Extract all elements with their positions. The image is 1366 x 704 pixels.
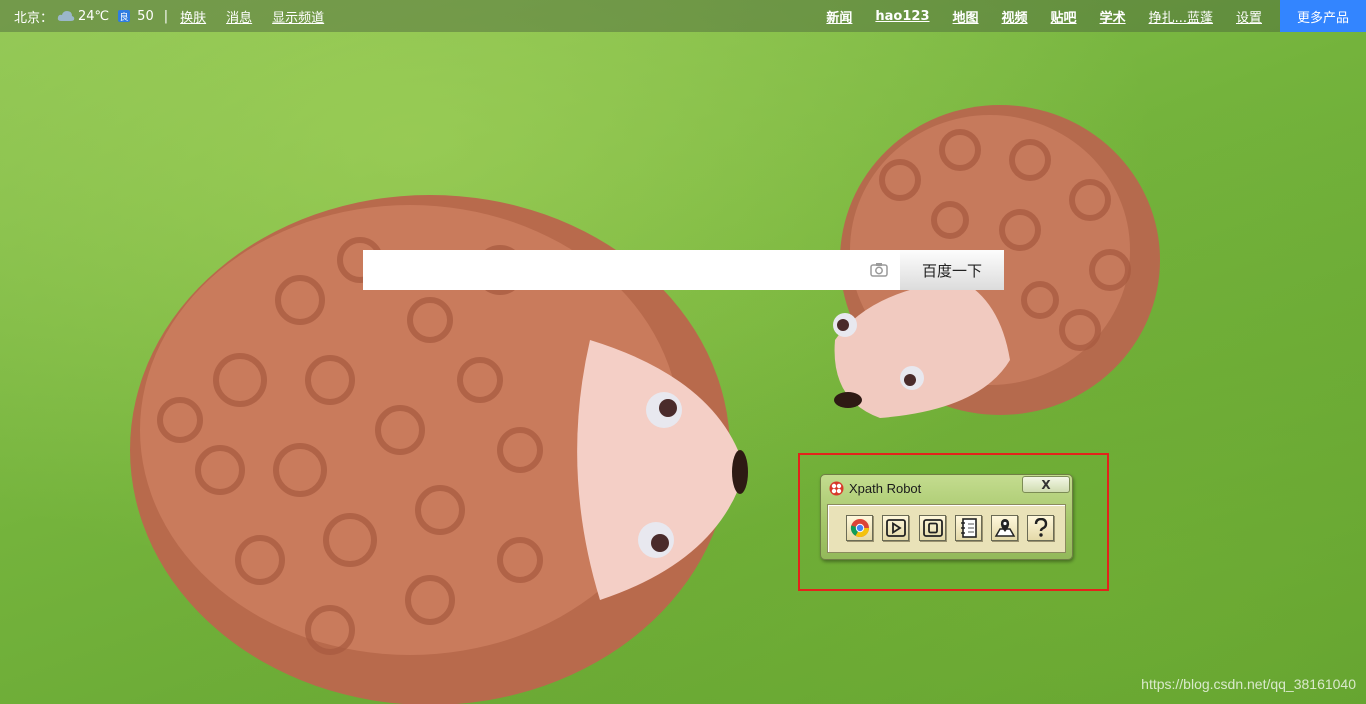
hao123-link[interactable]: hao123	[875, 9, 929, 24]
messages-link[interactable]: 消息	[226, 7, 252, 26]
skin-link[interactable]: 换肤	[180, 7, 206, 26]
search-button[interactable]: 百度一下	[900, 250, 1004, 290]
notebook-icon	[960, 518, 977, 538]
cloud-icon	[57, 11, 75, 21]
temperature: 24℃	[78, 8, 110, 24]
svg-text:良: 良	[120, 11, 129, 23]
settings-link[interactable]: 设置	[1236, 7, 1262, 26]
product-links: 新闻 hao123 地图 视频 贴吧 学术 挣扎...蓝蓬 设置	[803, 0, 1262, 32]
news-link[interactable]: 新闻	[826, 7, 852, 26]
chrome-icon	[850, 519, 869, 538]
user-name-link[interactable]: 挣扎...蓝蓬	[1149, 7, 1213, 26]
locate-button[interactable]	[991, 515, 1018, 541]
show-channels-link[interactable]: 显示频道	[272, 7, 324, 26]
search-input[interactable]	[363, 250, 900, 290]
map-pin-icon	[994, 519, 1015, 537]
more-products-button[interactable]: 更多产品	[1280, 0, 1366, 32]
map-link[interactable]: 地图	[953, 7, 979, 26]
tieba-link[interactable]: 贴吧	[1051, 7, 1077, 26]
stop-button[interactable]	[919, 515, 946, 541]
play-button[interactable]	[882, 515, 909, 541]
air-quality-value: 50	[137, 8, 154, 24]
hedgehog-illustration	[130, 105, 1160, 704]
xpath-robot-toolbar	[827, 504, 1066, 553]
help-icon	[1034, 518, 1047, 537]
separator: |	[163, 8, 169, 24]
watermark: https://blog.csdn.net/qq_38161040	[1141, 676, 1356, 692]
play-icon	[885, 519, 906, 537]
video-link[interactable]: 视频	[1002, 7, 1028, 26]
camera-icon[interactable]	[870, 262, 888, 277]
notebook-button[interactable]	[955, 515, 982, 541]
stop-icon	[922, 519, 943, 537]
weather-and-settings: 北京： 24℃ 良 50 | 换肤 消息 显示频道	[14, 0, 344, 32]
city-label: 北京：	[14, 10, 54, 26]
xpath-robot-window[interactable]: Xpath Robot X	[820, 474, 1073, 560]
chrome-button[interactable]	[846, 515, 873, 541]
xpath-robot-logo-icon	[829, 481, 844, 496]
background-photo	[0, 0, 1366, 704]
air-quality-icon: 良	[118, 10, 131, 23]
close-button[interactable]: X	[1022, 476, 1070, 493]
xpath-robot-title: Xpath Robot	[849, 481, 922, 496]
top-navigation-bar: 北京： 24℃ 良 50 | 换肤 消息 显示频道 新闻 hao123 地图 视…	[0, 0, 1366, 32]
academic-link[interactable]: 学术	[1100, 7, 1126, 26]
help-button[interactable]	[1027, 515, 1054, 541]
